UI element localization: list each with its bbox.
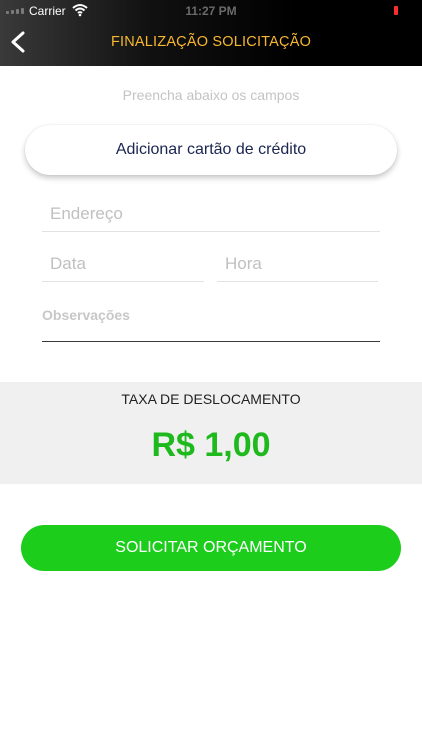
page-title: FINALIZAÇÃO SOLICITAÇÃO (110, 34, 312, 50)
address-field[interactable]: Endereço (42, 196, 380, 232)
request-quote-button[interactable]: SOLICITAR ORÇAMENTO (21, 525, 401, 571)
form-instructions: Preencha abaixo os campos (122, 87, 300, 103)
add-credit-card-button[interactable]: Adicionar cartão de crédito (25, 125, 397, 175)
date-underline (42, 281, 204, 282)
notes-field[interactable]: Observações (42, 302, 380, 342)
date-placeholder: Data (50, 254, 86, 273)
hour-field[interactable]: Hora (217, 246, 378, 282)
travel-fee-panel: TAXA DE DESLOCAMENTO R$ 1,00 (0, 382, 422, 484)
app-header: Carrier 11:27 PM FINALIZAÇÃO SOLICITAÇÃO (0, 0, 422, 66)
address-underline (42, 231, 380, 232)
status-bar: Carrier 11:27 PM (0, 0, 422, 22)
travel-fee-value: R$ 1,00 (151, 426, 271, 464)
address-placeholder: Endereço (50, 204, 123, 223)
notes-placeholder: Observações (42, 307, 130, 323)
notes-underline (42, 341, 380, 342)
status-time: 11:27 PM (185, 4, 237, 18)
request-quote-label: SOLICITAR ORÇAMENTO (115, 539, 307, 556)
battery-icon (394, 6, 398, 15)
add-credit-card-label: Adicionar cartão de crédito (115, 141, 307, 158)
date-field[interactable]: Data (42, 246, 204, 282)
hour-underline (217, 281, 378, 282)
travel-fee-label: TAXA DE DESLOCAMENTO (121, 391, 301, 407)
hour-placeholder: Hora (225, 254, 262, 273)
